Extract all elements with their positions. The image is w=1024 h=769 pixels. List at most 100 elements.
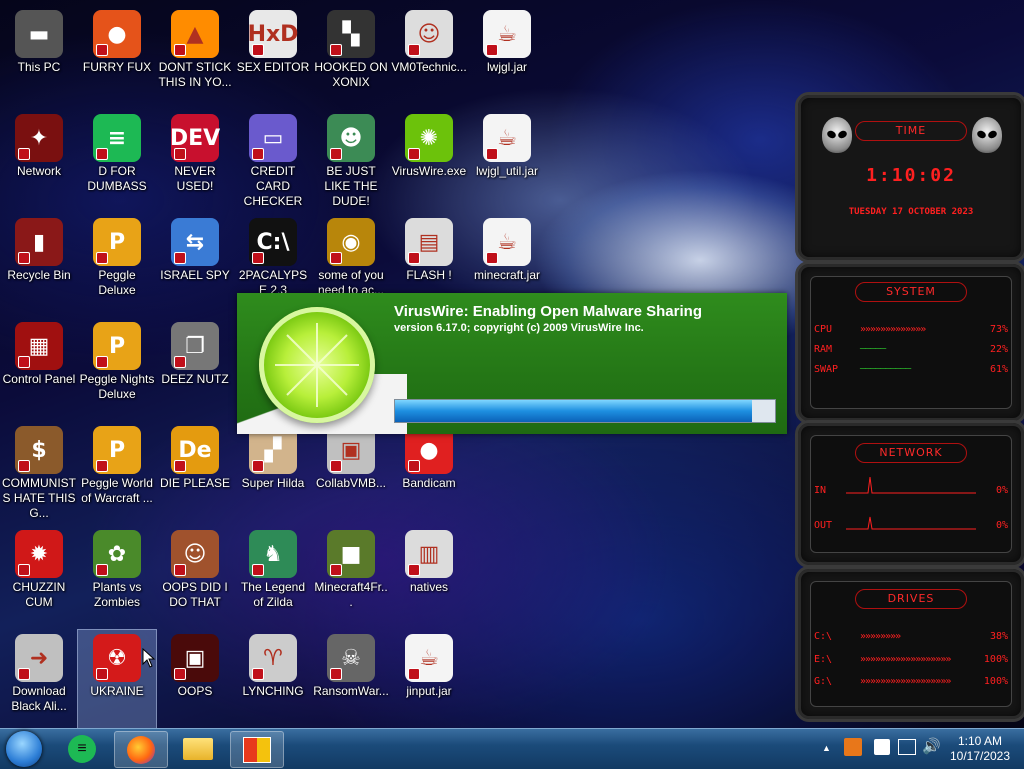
app-icon: ☺ (171, 530, 219, 578)
desktop-icon[interactable]: ▥ natives (390, 526, 468, 626)
desktop-icon[interactable]: ☕ jinput.jar (390, 630, 468, 730)
splash-title: VirusWire: Enabling Open Malware Sharing (394, 303, 702, 320)
cpu-value: 73% (989, 324, 1008, 335)
shortcut-arrow-icon (408, 460, 420, 472)
app-icon: ♞ (249, 530, 297, 578)
desktop-icon-label: natives (409, 580, 449, 594)
desktop-icon[interactable]: ➜ Download Black Ali... (0, 630, 78, 730)
desktop-icon[interactable]: ☢ UKRAINE (77, 629, 157, 731)
shortcut-arrow-icon (330, 668, 342, 680)
shortcut-arrow-icon (174, 668, 186, 680)
desktop-icon-label: Peggle Nights Deluxe (79, 372, 155, 401)
desktop-icon-label: This PC (17, 60, 61, 74)
desktop-icon-label: DIE PLEASE (159, 476, 231, 490)
taskbar-firefox-button[interactable] (114, 731, 168, 768)
app-icon: ✹ (15, 530, 63, 578)
splash-subtitle: version 6.17.0; copyright (c) 2009 Virus… (394, 322, 644, 334)
taskbar-spotify-button[interactable]: ≡ (56, 731, 108, 766)
firefox-icon (127, 735, 155, 764)
volume-icon[interactable]: 🔊 (922, 737, 941, 755)
tray-app-icon[interactable] (844, 738, 862, 756)
shortcut-arrow-icon (252, 668, 264, 680)
desktop-icon[interactable]: ▚ HOOKED ON XONIX (312, 6, 390, 106)
desktop-icon[interactable]: ▣ CollabVMB... (312, 422, 390, 522)
desktop-icon[interactable]: ▬ This PC (0, 6, 78, 106)
shortcut-arrow-icon (96, 44, 108, 56)
desktop-icon[interactable]: P Peggle World of Warcraft ... (78, 422, 156, 522)
desktop-icon[interactable]: ✺ VirusWire.exe (390, 110, 468, 210)
desktop-icon-label: DONT STICK THIS IN YO... (158, 60, 232, 89)
net-out-value: 0% (995, 520, 1008, 531)
drive-e-label: E:\ (814, 654, 833, 665)
desktop-icon[interactable]: ▭ CREDIT CARD CHECKER (234, 110, 312, 210)
time-gadget[interactable]: TIME 1:10:02 TUESDAY 17 OCTOBER 2023 (795, 92, 1024, 263)
drives-gadget[interactable]: DRIVES C:\ »»»»»»»» 38% E:\ »»»»»»»»»»»»»»»… (795, 566, 1024, 722)
desktop-icon[interactable]: De DIE PLEASE (156, 422, 234, 522)
desktop-icon-label: jinput.jar (406, 684, 452, 698)
desktop-icon-label: ISRAEL SPY (160, 268, 230, 282)
cpu-label: CPU (814, 324, 833, 335)
splash-progress-fill (395, 400, 753, 422)
swap-value: 61% (989, 364, 1008, 375)
desktop-icon[interactable]: ☠ RansomWar... (312, 630, 390, 730)
cpu-meter: »»»»»»»»»»»»» (860, 324, 926, 335)
shortcut-arrow-icon (408, 44, 420, 56)
shortcut-arrow-icon (252, 460, 264, 472)
desktop-icon[interactable]: P Peggle Deluxe (78, 214, 156, 314)
start-button[interactable] (6, 731, 42, 767)
desktop-icon[interactable]: ☻ BE JUST LIKE THE DUDE! (312, 110, 390, 210)
desktop-icon[interactable]: ♞ The Legend of Zilda (234, 526, 312, 626)
taskbar-clock[interactable]: 1:10 AM 10/17/2023 (948, 734, 1012, 764)
app-icon: ❐ (171, 322, 219, 370)
system-gadget[interactable]: SYSTEM CPU »»»»»»»»»»»»» 73% RAM ───── 22% S… (795, 261, 1024, 424)
desktop-icon[interactable]: DEV NEVER USED! (156, 110, 234, 210)
desktop-icon-label: COMMUNISTS HATE THIS G... (2, 476, 76, 520)
desktop-icon-label: SEX EDITOR (236, 60, 310, 74)
swap-label: SWAP (814, 364, 839, 375)
desktop-icon[interactable]: ✦ Network (0, 110, 78, 210)
desktop-icon-label: VM0Technic... (391, 60, 467, 74)
desktop-icon-label: Plants vs Zombies (92, 580, 142, 609)
desktop-icon[interactable]: ▮ Recycle Bin (0, 214, 78, 314)
network-tray-icon[interactable] (898, 739, 916, 755)
desktop-icon[interactable]: $ COMMUNISTS HATE THIS G... (0, 422, 78, 522)
desktop-icon[interactable]: ▦ Control Panel (0, 318, 78, 418)
app-icon: ☕ (405, 634, 453, 682)
desktop-icon[interactable]: P Peggle Nights Deluxe (78, 318, 156, 418)
desktop-icon-label: lwjgl.jar (486, 60, 527, 74)
time-header: TIME (855, 121, 967, 141)
desktop-icon[interactable]: ☺ VM0Technic... (390, 6, 468, 106)
desktop-icon[interactable]: ☕ lwjgl_util.jar (468, 110, 546, 210)
desktop-icon[interactable]: ✿ Plants vs Zombies (78, 526, 156, 626)
ram-label: RAM (814, 344, 833, 355)
desktop-icon-label: lwjgl_util.jar (475, 164, 539, 178)
desktop-icon[interactable]: ☕ lwjgl.jar (468, 6, 546, 106)
desktop-icon[interactable]: ⇆ ISRAEL SPY (156, 214, 234, 314)
desktop-icon[interactable]: ❐ DEEZ NUTZ (156, 318, 234, 418)
action-center-flag-icon[interactable] (874, 739, 890, 755)
desktop-icon[interactable]: ✹ CHUZZIN CUM (0, 526, 78, 626)
gadget-clock: 1:10:02 (866, 165, 956, 186)
desktop-icon[interactable]: ▲ DONT STICK THIS IN YO... (156, 6, 234, 106)
net-in-value: 0% (995, 485, 1008, 496)
desktop-icon[interactable]: ☺ OOPS DID I DO THAT (156, 526, 234, 626)
desktop-icon[interactable]: ▞ Super Hilda (234, 422, 312, 522)
desktop-icon[interactable]: ▣ OOPS (156, 630, 234, 730)
desktop-icon-label: Network (16, 164, 61, 178)
desktop-icon[interactable]: ● Bandicam (390, 422, 468, 522)
desktop-icon[interactable]: ♈ LYNCHING (234, 630, 312, 730)
app-icon: P (93, 218, 141, 266)
network-gadget[interactable]: NETWORK IN 0% OUT 0% (795, 420, 1024, 568)
network-header: NETWORK (855, 443, 967, 463)
app-icon: ▣ (171, 634, 219, 682)
desktop-icon[interactable]: ■ Minecraft4Fr... (312, 526, 390, 626)
taskbar-explorer-button[interactable] (172, 731, 224, 766)
desktop-icon-label: Minecraft4Fr... (314, 580, 388, 609)
desktop-icon[interactable]: ● FURRY FUX (78, 6, 156, 106)
desktop-icon[interactable]: ≡ D FOR DUMBASS (78, 110, 156, 210)
taskbar-app-button[interactable] (230, 731, 284, 768)
desktop-icon-label: CollabVMB... (315, 476, 387, 490)
show-hidden-icons-button[interactable]: ▲ (822, 743, 831, 753)
app-icon: ✺ (405, 114, 453, 162)
desktop-icon[interactable]: HxD SEX EDITOR (234, 6, 312, 106)
